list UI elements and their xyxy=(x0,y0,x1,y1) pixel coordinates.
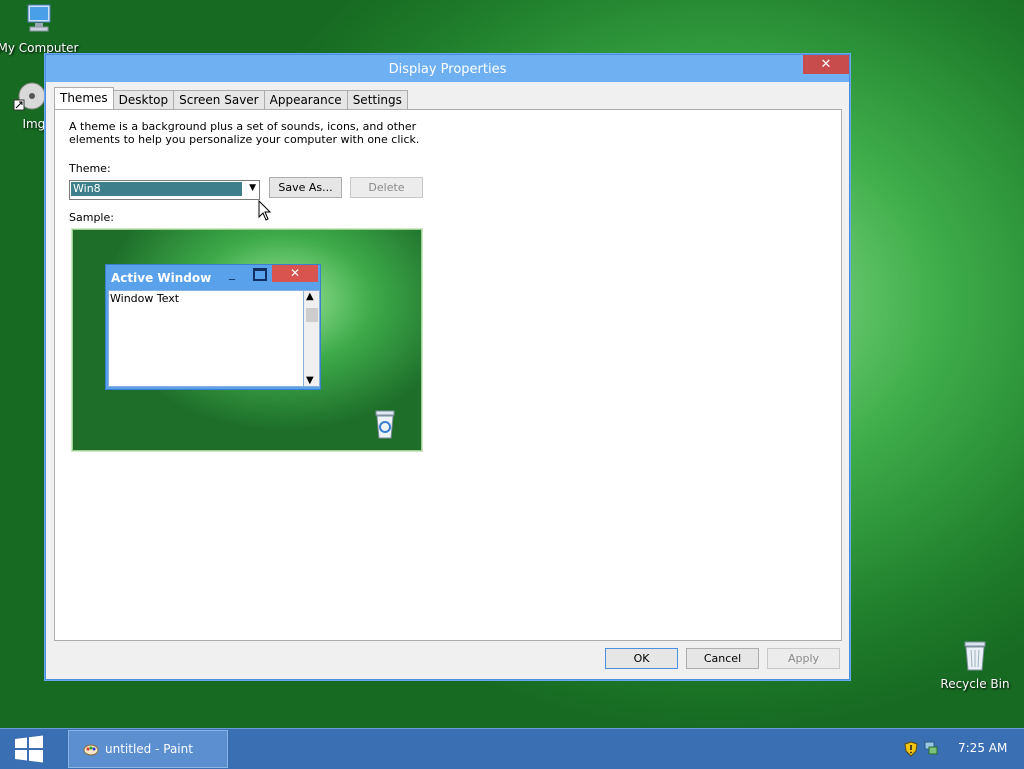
title-bar[interactable]: Display Properties ✕ xyxy=(46,55,849,82)
close-button[interactable]: ✕ xyxy=(803,55,849,74)
computer-icon xyxy=(0,2,80,39)
desktop-icon-recycle-bin[interactable]: Recycle Bin xyxy=(933,640,1017,691)
tab-settings[interactable]: Settings xyxy=(346,90,408,109)
windows-logo-icon xyxy=(15,735,43,763)
paint-icon xyxy=(83,741,99,760)
delete-button[interactable]: Delete xyxy=(350,177,423,198)
theme-dropdown-value: Win8 xyxy=(71,182,242,196)
mouse-cursor-icon xyxy=(258,199,272,225)
close-icon: ✕ xyxy=(820,57,832,72)
themes-panel: A theme is a background plus a set of so… xyxy=(54,109,842,641)
cancel-button[interactable]: Cancel xyxy=(686,648,759,669)
theme-dropdown[interactable]: Win8 ▼ xyxy=(69,180,260,200)
tab-themes[interactable]: Themes xyxy=(54,87,114,109)
ok-button[interactable]: OK xyxy=(605,648,678,669)
taskbar-item-paint[interactable]: untitled - Paint xyxy=(68,730,228,768)
security-shield-icon[interactable] xyxy=(904,741,918,760)
taskbar: untitled - Paint 7:25 AM xyxy=(0,728,1024,769)
sample-window-text: Window Text xyxy=(110,292,180,305)
apply-button[interactable]: Apply xyxy=(767,648,840,669)
dialog-title: Display Properties xyxy=(388,62,507,77)
scroll-thumb xyxy=(306,308,318,322)
taskbar-clock[interactable]: 7:25 AM xyxy=(958,741,1007,755)
scroll-up-icon: ▲ xyxy=(306,291,314,302)
sample-active-window: Active Window _ ✕ Window Text ▲ ▼ xyxy=(105,264,321,390)
desktop-icon-my-computer[interactable]: My Computer xyxy=(0,2,80,55)
sample-scrollbar: ▲ ▼ xyxy=(303,290,320,387)
sample-window-content: Window Text xyxy=(108,290,304,387)
sample-window-title: Active Window xyxy=(111,271,212,285)
desktop-icon-label: My Computer xyxy=(0,41,79,55)
display-properties-dialog: Display Properties ✕ Themes Desktop Scre… xyxy=(45,54,850,680)
scroll-down-icon: ▼ xyxy=(306,375,314,386)
tab-appearance[interactable]: Appearance xyxy=(263,90,348,109)
intro-text: A theme is a background plus a set of so… xyxy=(69,120,420,146)
save-as-button[interactable]: Save As... xyxy=(269,177,342,198)
desktop-icon-label: Recycle Bin xyxy=(940,677,1010,691)
tab-strip: Themes Desktop Screen Saver Appearance S… xyxy=(54,87,408,109)
tab-screen-saver[interactable]: Screen Saver xyxy=(173,90,265,109)
sample-label: Sample: xyxy=(69,211,114,224)
minimize-icon: _ xyxy=(229,266,235,280)
maximize-icon xyxy=(253,268,267,281)
tab-desktop[interactable]: Desktop xyxy=(112,90,175,109)
taskbar-item-label: untitled - Paint xyxy=(105,742,193,756)
close-icon: ✕ xyxy=(272,265,318,282)
theme-sample-preview: Active Window _ ✕ Window Text ▲ ▼ xyxy=(71,228,423,452)
recycle-bin-icon xyxy=(373,410,397,443)
network-icon[interactable] xyxy=(923,740,939,759)
recycle-bin-icon xyxy=(933,640,1017,675)
theme-label: Theme: xyxy=(69,162,111,175)
dropdown-arrow-icon[interactable]: ▼ xyxy=(249,183,256,193)
start-button[interactable] xyxy=(12,734,46,764)
